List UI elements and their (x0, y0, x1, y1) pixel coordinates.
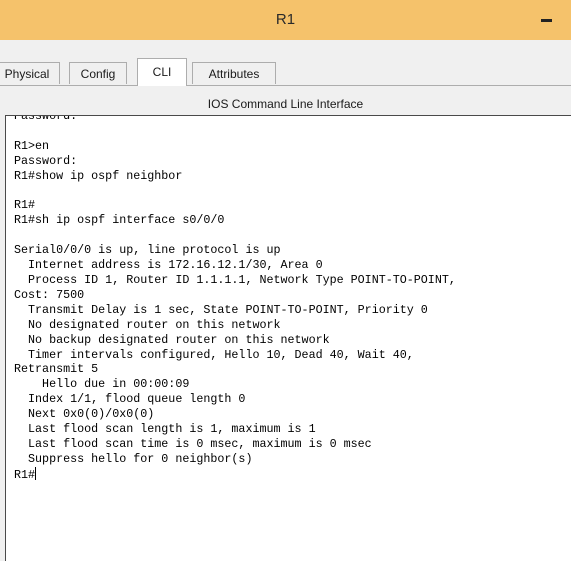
window-title: R1 (275, 11, 296, 28)
minimize-button[interactable] (535, 10, 559, 30)
terminal-prompt: R1# (14, 467, 36, 482)
terminal-output-lines: Password: R1>en Password: R1#show ip osp… (14, 115, 456, 466)
terminal-output: Password: R1>en Password: R1#show ip osp… (14, 115, 456, 483)
cli-terminal[interactable]: Password: R1>en Password: R1#show ip osp… (5, 115, 571, 561)
tab-physical[interactable]: Physical (0, 62, 60, 84)
router-window: R1 Physical Config CLI Attributes IOS Co… (0, 0, 571, 561)
tab-attributes[interactable]: Attributes (192, 62, 276, 84)
text-cursor (35, 466, 37, 480)
window-body: Physical Config CLI Attributes IOS Comma… (0, 40, 571, 561)
tab-bar: Physical Config CLI Attributes (0, 58, 571, 86)
minimize-icon (541, 19, 552, 22)
tab-config[interactable]: Config (69, 62, 127, 84)
cli-header: IOS Command Line Interface (207, 97, 364, 111)
title-bar[interactable]: R1 (0, 0, 571, 40)
tab-cli[interactable]: CLI (137, 58, 187, 86)
